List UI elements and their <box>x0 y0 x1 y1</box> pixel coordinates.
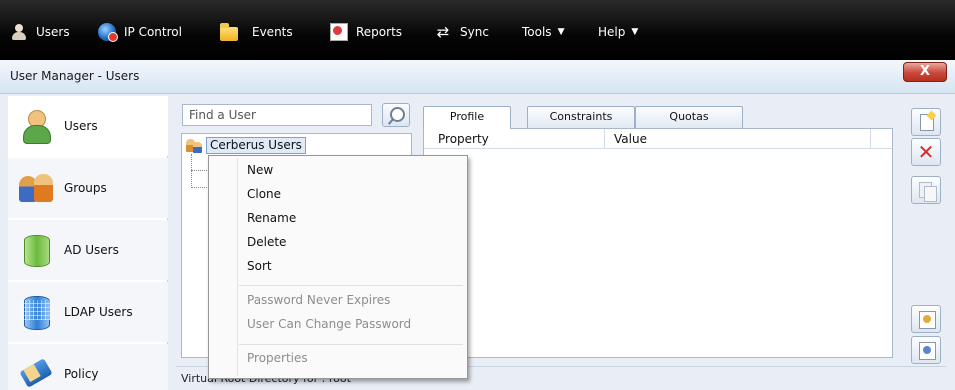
menu-item-user-can-change-password[interactable]: User Can Change Password <box>247 314 411 334</box>
toolbar-reports-label: Reports <box>356 25 403 39</box>
menu-item-properties[interactable]: Properties <box>247 348 308 368</box>
toolbar-events-label: Events <box>252 25 293 39</box>
search-button[interactable] <box>382 103 410 127</box>
tree-connector <box>191 154 192 188</box>
sync-icon: ⇄ <box>436 23 450 41</box>
close-icon: X <box>919 64 931 79</box>
toolbar-users[interactable]: Users <box>10 22 70 42</box>
nav-item-policy[interactable]: Policy <box>8 344 168 390</box>
import-button[interactable] <box>911 305 941 333</box>
ad-users-icon <box>18 232 54 268</box>
menu-item-clone[interactable]: Clone <box>247 184 281 204</box>
groups-icon <box>18 170 54 206</box>
tab-quotas[interactable]: Quotas <box>635 106 743 128</box>
toolbar-help-label: Help <box>598 25 626 39</box>
menu-item-rename[interactable]: Rename <box>247 208 296 228</box>
users-icon <box>18 108 54 144</box>
toolbar-sync[interactable]: ⇄ Sync <box>434 22 489 42</box>
menu-item-sort[interactable]: Sort <box>247 256 272 276</box>
tab-profile[interactable]: Profile <box>423 106 511 129</box>
new-user-button[interactable] <box>911 108 941 136</box>
search-input[interactable]: Find a User <box>182 104 372 126</box>
nav-item-label: LDAP Users <box>64 305 133 319</box>
chevron-down-icon: ▼ <box>557 27 565 37</box>
main-toolbar: Users IP Control Events Reports ⇄ Sync T… <box>0 0 955 60</box>
property-grid[interactable]: Property Value <box>423 128 893 358</box>
menu-separator <box>239 344 463 345</box>
menu-item-new[interactable]: New <box>247 160 273 180</box>
nav-item-label: Users <box>64 119 98 133</box>
nav-item-ldap-users[interactable]: LDAP Users <box>8 282 168 342</box>
toolbar-help-menu[interactable]: Help ▼ <box>598 22 638 42</box>
folder-icon <box>220 23 238 41</box>
tab-label: Profile <box>449 110 485 123</box>
nav-item-label: AD Users <box>64 243 119 257</box>
window-titlebar: User Manager - Users X <box>0 60 955 94</box>
context-menu: New Clone Rename Delete Sort Password Ne… <box>208 155 468 379</box>
copy-user-button[interactable] <box>911 176 941 204</box>
menu-item-password-never-expires[interactable]: Password Never Expires <box>247 290 390 310</box>
toolbar-tools-label: Tools <box>522 25 552 39</box>
nav-item-users[interactable]: Users <box>8 96 168 156</box>
tree-node-label: Cerberus Users <box>206 137 306 154</box>
tree-connector <box>191 170 207 171</box>
chevron-down-icon: ▼ <box>631 27 639 37</box>
nav-item-ad-users[interactable]: AD Users <box>8 220 168 280</box>
nav-item-label: Policy <box>64 367 99 381</box>
user-icon <box>10 23 28 41</box>
column-separator[interactable] <box>604 129 605 149</box>
tab-label: Quotas <box>669 110 709 123</box>
tree-node-root[interactable]: Cerberus Users <box>186 137 306 154</box>
toolbar-sync-label: Sync <box>460 25 489 39</box>
nav-item-label: Groups <box>64 181 107 195</box>
column-separator[interactable] <box>870 129 871 149</box>
group-node-icon <box>186 138 202 154</box>
delete-icon: ✕ <box>917 140 935 164</box>
ldap-users-icon <box>18 294 54 330</box>
left-nav: Users Groups AD Users LDAP Users Policy <box>8 96 168 390</box>
tree-connector <box>191 187 207 188</box>
grid-header: Property Value <box>424 129 892 149</box>
toolbar-reports[interactable]: Reports <box>330 22 402 42</box>
column-header-value[interactable]: Value <box>614 132 647 146</box>
delete-user-button[interactable]: ✕ <box>911 138 941 166</box>
menu-separator <box>239 285 463 286</box>
toolbar-tools-menu[interactable]: Tools ▼ <box>522 22 564 42</box>
tab-label: Constraints <box>549 110 613 123</box>
toolbar-users-label: Users <box>36 25 70 39</box>
column-header-property[interactable]: Property <box>438 132 489 146</box>
policy-icon <box>18 356 54 390</box>
menu-item-delete[interactable]: Delete <box>247 232 286 252</box>
toolbar-ip-control-label: IP Control <box>124 25 182 39</box>
close-button[interactable]: X <box>903 62 947 82</box>
tab-constraints[interactable]: Constraints <box>527 106 635 128</box>
nav-item-groups[interactable]: Groups <box>8 158 168 218</box>
export-button[interactable] <box>911 336 941 364</box>
window-title: User Manager - Users <box>10 69 140 83</box>
toolbar-ip-control[interactable]: IP Control <box>98 22 182 42</box>
toolbar-events[interactable]: Events <box>220 22 293 42</box>
globe-icon <box>98 23 118 42</box>
report-icon <box>330 23 348 41</box>
